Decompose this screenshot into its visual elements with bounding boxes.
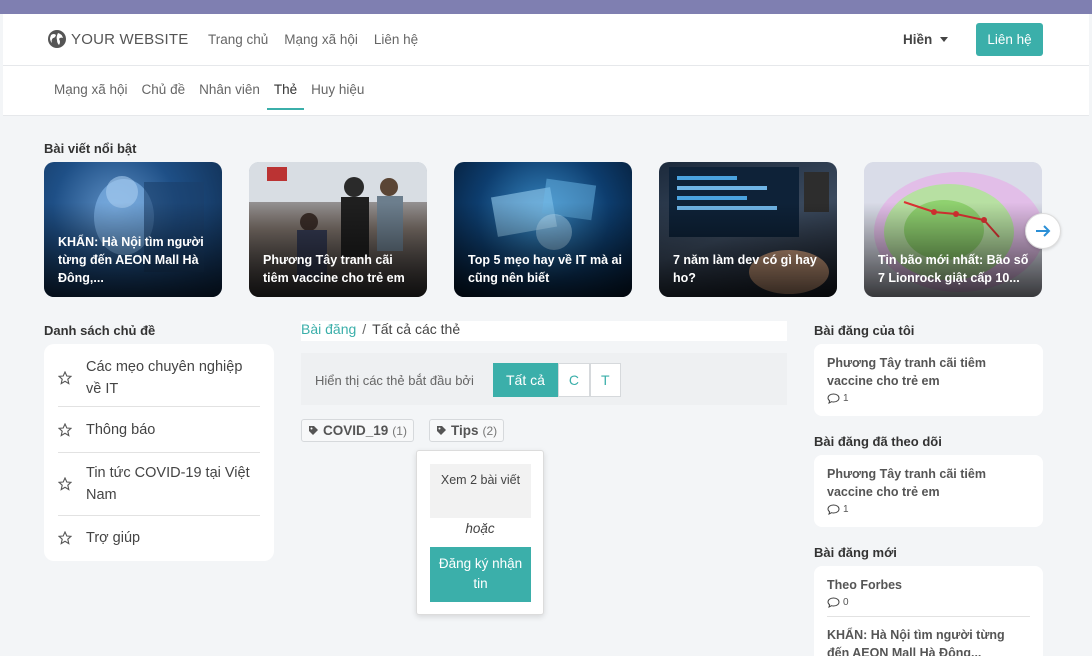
topic-item[interactable]: Trợ giúp xyxy=(58,516,260,560)
window-top-bar xyxy=(0,0,1092,14)
topic-label: Tin tức COVID-19 tại Việt Nam xyxy=(86,465,250,503)
featured-card[interactable]: 7 năm làm dev có gì hay ho? xyxy=(659,162,837,297)
post-comments: 1 xyxy=(827,393,1030,404)
arrow-right-icon xyxy=(1036,225,1051,237)
followed-posts-title: Bài đăng đã theo dõi xyxy=(814,434,942,449)
star-icon[interactable] xyxy=(58,371,86,385)
post-title: Phương Tây tranh cãi tiêm vaccine cho tr… xyxy=(827,356,986,388)
comment-count: 1 xyxy=(843,504,849,515)
topic-item[interactable]: Các mẹo chuyên nghiệp về IT xyxy=(58,350,260,407)
tag-filter-bar: Hiển thị các thẻ bắt đầu bởi Tất cả C T xyxy=(301,353,787,405)
card-caption: Tin bão mới nhất: Bão số 7 Lionrock giật… xyxy=(878,253,1029,285)
topic-label: Các mẹo chuyên nghiệp về IT xyxy=(86,359,243,397)
star-icon[interactable] xyxy=(58,422,86,437)
filter-t-button[interactable]: T xyxy=(590,363,621,397)
card-caption: 7 năm làm dev có gì hay ho? xyxy=(673,253,817,285)
new-posts-title: Bài đăng mới xyxy=(814,545,897,560)
globe-icon xyxy=(48,30,66,48)
tag-name: Tips xyxy=(451,423,479,438)
post-item[interactable]: Theo Forbes 0 xyxy=(814,566,1043,608)
topic-item[interactable]: Thông báo xyxy=(58,407,260,453)
caret-down-icon xyxy=(940,37,949,42)
breadcrumb-separator: / xyxy=(362,321,367,337)
comment-count: 0 xyxy=(843,597,849,608)
topics-panel: Các mẹo chuyên nghiệp về IT Thông báo Ti… xyxy=(44,344,274,561)
comment-count: 1 xyxy=(843,393,849,404)
topic-item[interactable]: Tin tức COVID-19 tại Việt Nam xyxy=(58,453,260,516)
post-title: Phương Tây tranh cãi tiêm vaccine cho tr… xyxy=(827,467,986,499)
tag-count: (1) xyxy=(392,423,407,438)
featured-card[interactable]: Top 5 mẹo hay về IT mà ai cũng nên biết xyxy=(454,162,632,297)
card-caption: Top 5 mẹo hay về IT mà ai cũng nên biết xyxy=(468,253,622,285)
card-caption: KHẨN: Hà Nội tìm người từng đến AEON Mal… xyxy=(58,235,204,285)
post-title: KHẨN: Hà Nội tìm người từng đến AEON Mal… xyxy=(827,628,1005,656)
post-item[interactable]: Phương Tây tranh cãi tiêm vaccine cho tr… xyxy=(814,344,1043,404)
filter-label: Hiển thị các thẻ bắt đầu bởi xyxy=(315,373,474,388)
nav-social[interactable]: Mạng xã hội xyxy=(284,32,358,47)
tag-count: (2) xyxy=(482,423,498,438)
star-icon[interactable] xyxy=(58,531,86,545)
tab-topics[interactable]: Chủ đề xyxy=(135,66,193,110)
featured-carousel: KHẨN: Hà Nội tìm người từng đến AEON Mal… xyxy=(44,162,1042,297)
my-posts-card: Phương Tây tranh cãi tiêm vaccine cho tr… xyxy=(814,344,1043,416)
topic-label: Trợ giúp xyxy=(86,530,141,546)
sub-navbar: Mạng xã hội Chủ đề Nhân viên Thẻ Huy hiệ… xyxy=(3,66,1089,116)
followed-posts-card: Phương Tây tranh cãi tiêm vaccine cho tr… xyxy=(814,455,1043,527)
contact-button[interactable]: Liên hệ xyxy=(976,23,1043,56)
post-title: Theo Forbes xyxy=(827,578,903,592)
nav-home[interactable]: Trang chủ xyxy=(208,32,268,47)
tab-tags[interactable]: Thẻ xyxy=(266,66,305,110)
featured-card[interactable]: Phương Tây tranh cãi tiêm vaccine cho tr… xyxy=(249,162,427,297)
filter-c-button[interactable]: C xyxy=(557,363,591,397)
breadcrumb: Bài đăng / Tất cả các thẻ xyxy=(301,321,787,341)
user-name: Hiền xyxy=(903,32,933,47)
featured-card[interactable]: Tin bão mới nhất: Bão số 7 Lionrock giật… xyxy=(864,162,1042,297)
filter-options: Tất cả C T xyxy=(493,363,621,397)
tab-badges[interactable]: Huy hiệu xyxy=(304,66,371,110)
new-posts-card: Theo Forbes 0 KHẨN: Hà Nội tìm người từn… xyxy=(814,566,1043,656)
tag-icon xyxy=(437,426,446,435)
tag-tips[interactable]: Tips (2) xyxy=(429,419,505,442)
my-posts-title: Bài đăng của tôi xyxy=(814,323,915,338)
comment-icon xyxy=(827,597,840,608)
tab-social[interactable]: Mạng xã hội xyxy=(47,66,135,110)
topic-label: Thông báo xyxy=(86,421,156,438)
top-navbar: YOUR WEBSITE Trang chủ Mạng xã hội Liên … xyxy=(3,14,1089,66)
star-icon[interactable] xyxy=(58,477,86,491)
card-caption: Phương Tây tranh cãi tiêm vaccine cho tr… xyxy=(263,253,405,285)
comment-icon xyxy=(827,393,840,404)
post-item[interactable]: KHẨN: Hà Nội tìm người từng đến AEON Mal… xyxy=(814,617,1043,656)
site-logo[interactable]: YOUR WEBSITE xyxy=(47,29,188,49)
tab-staff[interactable]: Nhân viên xyxy=(192,66,267,110)
featured-title: Bài viết nổi bật xyxy=(44,141,137,156)
post-comments: 1 xyxy=(827,504,1030,515)
featured-card[interactable]: KHẨN: Hà Nội tìm người từng đến AEON Mal… xyxy=(44,162,222,297)
tag-covid19[interactable]: COVID_19 (1) xyxy=(301,419,414,442)
main-nav: Trang chủ Mạng xã hội Liên hệ xyxy=(208,32,418,47)
tag-icon xyxy=(309,426,318,435)
breadcrumb-current: Tất cả các thẻ xyxy=(372,321,461,337)
post-item[interactable]: Phương Tây tranh cãi tiêm vaccine cho tr… xyxy=(814,455,1043,515)
comment-icon xyxy=(827,504,840,515)
tag-name: COVID_19 xyxy=(323,423,389,438)
subscribe-button[interactable]: Đăng ký nhận tin xyxy=(430,547,531,602)
filter-all-button[interactable]: Tất cả xyxy=(493,363,558,397)
user-menu[interactable]: Hiền xyxy=(903,32,949,47)
post-comments: 0 xyxy=(827,597,1030,608)
or-label: hoặc xyxy=(465,521,495,536)
carousel-next-button[interactable] xyxy=(1025,213,1061,249)
tag-popover: Xem 2 bài viết hoặc Đăng ký nhận tin xyxy=(416,450,544,615)
breadcrumb-root[interactable]: Bài đăng xyxy=(301,321,356,341)
view-posts-button[interactable]: Xem 2 bài viết xyxy=(430,464,531,518)
topics-title: Danh sách chủ đề xyxy=(44,323,156,338)
logo-text: YOUR WEBSITE xyxy=(71,30,189,48)
nav-contact[interactable]: Liên hệ xyxy=(374,32,418,47)
